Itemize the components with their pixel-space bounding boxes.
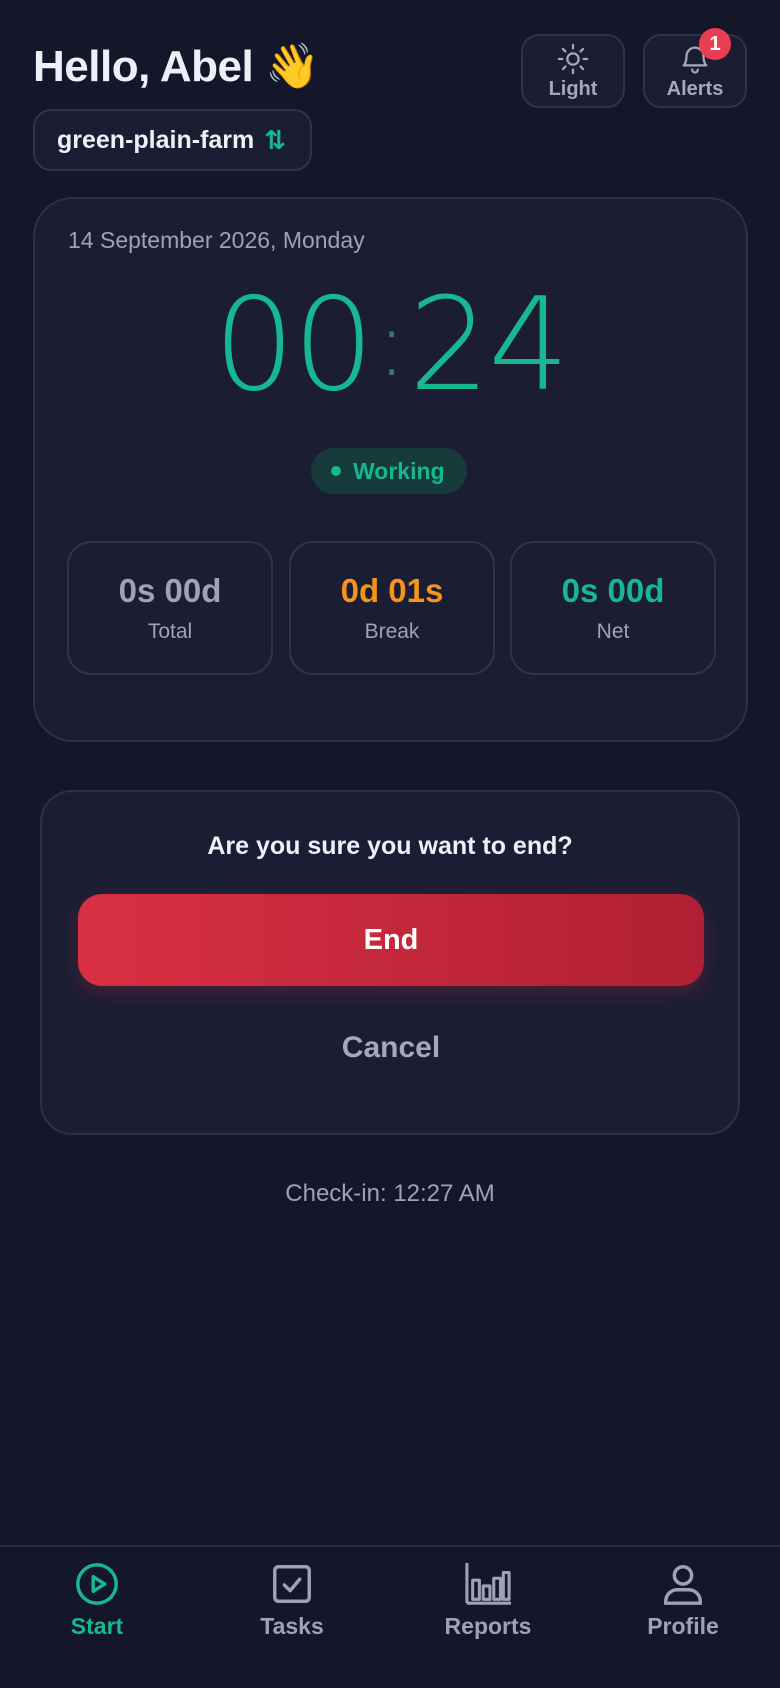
status-dot-icon — [331, 466, 341, 476]
bottom-nav: Start Tasks Reports Profile — [0, 1545, 780, 1688]
timer-card: 14 September 2026, Monday 00:24 Working … — [33, 197, 748, 742]
alerts-button[interactable]: Alerts 1 — [643, 28, 747, 108]
stat-total-label: Total — [147, 620, 193, 643]
header: Hello, Abel 👋 green-plain-farm ⇅ Light A… — [33, 28, 747, 174]
clock-separator: : — [376, 292, 406, 397]
farm-name: green-plain-farm — [57, 125, 255, 154]
stat-break-value: 0d 01s — [340, 572, 444, 609]
bar-chart-icon — [465, 1562, 511, 1605]
theme-toggle-label: Light — [548, 77, 598, 100]
checkin-time: Check-in: 12:27 AM — [285, 1180, 495, 1207]
stat-break-label: Break — [364, 620, 420, 643]
status-badge: Working — [311, 448, 467, 494]
nav-profile[interactable]: Profile — [613, 1561, 753, 1640]
checkbox-icon — [273, 1565, 311, 1603]
end-button[interactable]: End — [78, 894, 704, 986]
elapsed-clock: 00:24 — [35, 275, 746, 416]
stat-total: 0s 00d Total — [67, 541, 273, 675]
swap-icon: ⇅ — [264, 124, 287, 155]
confirmation-question: Are you sure you want to end? — [207, 832, 573, 860]
alerts-count-badge: 1 — [699, 28, 731, 60]
nav-profile-label: Profile — [647, 1613, 719, 1639]
clock-minutes: 24 — [408, 271, 570, 420]
sun-icon — [557, 43, 589, 74]
clock-hours: 00 — [213, 271, 374, 420]
stat-net-value: 0s 00d — [561, 572, 665, 609]
nav-start[interactable]: Start — [27, 1561, 167, 1640]
farm-switcher[interactable]: green-plain-farm ⇅ — [33, 109, 313, 171]
theme-toggle-button[interactable]: Light — [521, 34, 625, 108]
user-icon — [664, 1565, 702, 1605]
current-date: 14 September 2026, Monday — [68, 227, 365, 253]
nav-reports-label: Reports — [444, 1613, 532, 1639]
greeting-title: Hello, Abel 👋 — [33, 42, 320, 91]
nav-start-label: Start — [70, 1613, 124, 1639]
nav-reports[interactable]: Reports — [418, 1561, 558, 1640]
stat-total-value: 0s 00d — [118, 572, 222, 609]
end-confirmation-card: Are you sure you want to end? End Cancel — [40, 790, 740, 1135]
alerts-label: Alerts — [666, 77, 724, 100]
stat-break: 0d 01s Break — [289, 541, 495, 675]
nav-tasks-label: Tasks — [260, 1613, 324, 1639]
status-label: Working — [353, 457, 445, 484]
cancel-button[interactable]: Cancel — [78, 1002, 704, 1094]
stat-net: 0s 00d Net — [510, 541, 716, 675]
stat-net-label: Net — [596, 620, 630, 643]
nav-tasks[interactable]: Tasks — [222, 1561, 362, 1640]
play-circle-icon — [76, 1563, 118, 1605]
